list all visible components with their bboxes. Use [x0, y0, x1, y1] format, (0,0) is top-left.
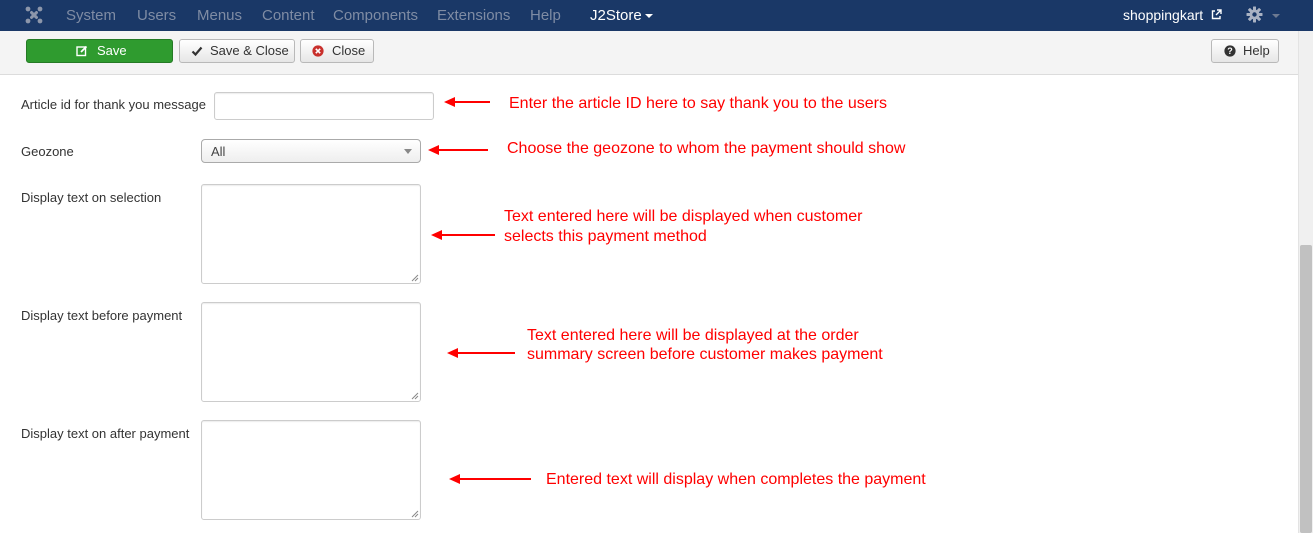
- toolbar: Save Save & Close Close ? Help: [0, 31, 1298, 75]
- resize-grip-icon[interactable]: [411, 392, 419, 400]
- menu-j2store-label: J2Store: [590, 7, 642, 24]
- resize-grip-icon[interactable]: [411, 510, 419, 518]
- annotation-arrow-icon: [428, 145, 488, 155]
- caret-down-icon: [644, 14, 653, 19]
- joomla-logo-icon[interactable]: [24, 5, 44, 25]
- save-button[interactable]: Save: [26, 39, 173, 63]
- annotation-article: Enter the article ID here to say thank y…: [509, 95, 887, 112]
- menu-menus[interactable]: Menus: [197, 7, 242, 24]
- svg-text:?: ?: [1227, 46, 1233, 56]
- annotation-geozone: Choose the geozone to whom the payment s…: [507, 140, 906, 157]
- geozone-label: Geozone: [21, 144, 74, 159]
- geozone-select[interactable]: All: [201, 139, 421, 163]
- annotation-selection-line1: Text entered here will be displayed when…: [504, 208, 863, 225]
- article-id-label: Article id for thank you message: [21, 97, 206, 112]
- dropdown-arrow-icon: [404, 149, 412, 154]
- edit-icon: [76, 45, 88, 57]
- display-selection-textarea[interactable]: [201, 184, 421, 284]
- menu-extensions[interactable]: Extensions: [437, 7, 510, 24]
- external-link-icon: [1211, 9, 1222, 20]
- display-before-label: Display text before payment: [21, 308, 183, 323]
- check-icon: [191, 46, 203, 57]
- display-before-textarea[interactable]: [201, 302, 421, 402]
- close-label: Close: [332, 43, 366, 58]
- menu-components[interactable]: Components: [333, 7, 418, 24]
- close-circle-icon: [312, 45, 324, 57]
- menu-users[interactable]: Users: [137, 7, 176, 24]
- annotation-arrow-icon: [447, 348, 515, 358]
- menu-content[interactable]: Content: [262, 7, 315, 24]
- help-label: Help: [1243, 43, 1270, 58]
- question-icon: ?: [1224, 45, 1236, 57]
- annotation-arrow-icon: [444, 97, 490, 107]
- display-after-textarea[interactable]: [201, 420, 421, 520]
- gear-icon[interactable]: [1246, 6, 1263, 23]
- menu-help[interactable]: Help: [530, 7, 561, 24]
- save-label: Save: [97, 43, 127, 58]
- annotation-before-line2: summary screen before customer makes pay…: [527, 346, 883, 363]
- site-link[interactable]: shoppingkart: [1123, 7, 1203, 23]
- help-button[interactable]: ? Help: [1211, 39, 1279, 63]
- annotation-arrow-icon: [431, 230, 495, 240]
- annotation-selection-line2: selects this payment method: [504, 228, 707, 245]
- scrollbar-thumb[interactable]: [1300, 245, 1312, 533]
- save-close-label: Save & Close: [210, 43, 289, 58]
- menu-system[interactable]: System: [66, 7, 116, 24]
- menu-j2store[interactable]: J2Store: [590, 7, 653, 24]
- geozone-selected-value: All: [211, 144, 226, 159]
- caret-down-icon: [1272, 14, 1280, 18]
- annotation-before-line1: Text entered here will be displayed at t…: [527, 327, 859, 344]
- resize-grip-icon[interactable]: [411, 274, 419, 282]
- article-id-input[interactable]: [214, 92, 434, 120]
- save-close-button[interactable]: Save & Close: [179, 39, 295, 63]
- annotation-after: Entered text will display when completes…: [546, 471, 926, 488]
- top-navbar: System Users Menus Content Components Ex…: [0, 0, 1313, 31]
- annotation-arrow-icon: [449, 474, 531, 484]
- display-after-label: Display text on after payment: [21, 426, 190, 441]
- display-selection-label: Display text on selection: [21, 190, 162, 205]
- close-button[interactable]: Close: [300, 39, 374, 63]
